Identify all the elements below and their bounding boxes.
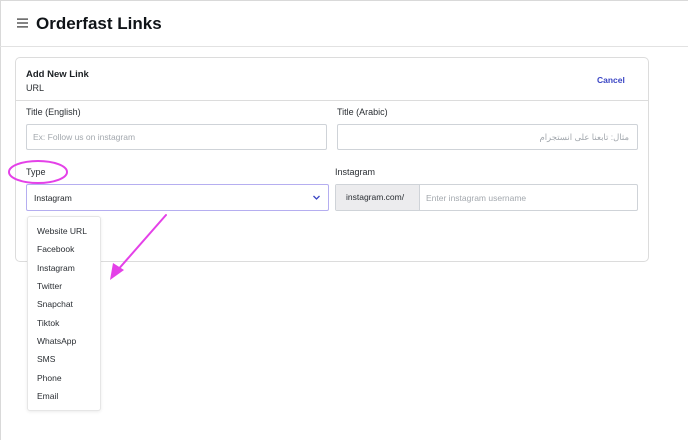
dropdown-option-sms[interactable]: SMS bbox=[37, 354, 55, 364]
instagram-url-prefix: instagram.com/ bbox=[336, 185, 420, 210]
dropdown-option-whatsapp[interactable]: WhatsApp bbox=[37, 336, 76, 346]
title-arabic-input[interactable] bbox=[337, 124, 638, 150]
chevron-down-icon bbox=[313, 195, 320, 200]
title-english-input[interactable] bbox=[26, 124, 327, 150]
card-header: Add New Link URL Cancel bbox=[16, 58, 648, 101]
instagram-input-group: instagram.com/ bbox=[335, 184, 638, 211]
cancel-button[interactable]: Cancel bbox=[597, 75, 625, 85]
card-subtitle: URL bbox=[26, 83, 45, 93]
page-title: Orderfast Links bbox=[36, 14, 162, 33]
dropdown-option-phone[interactable]: Phone bbox=[37, 373, 62, 383]
dropdown-option-twitter[interactable]: Twitter bbox=[37, 281, 62, 291]
title-arabic-label: Title (Arabic) bbox=[337, 107, 388, 117]
add-link-card: Add New Link URL Cancel bbox=[15, 57, 649, 262]
instagram-username-input[interactable] bbox=[420, 185, 637, 210]
top-bar: Orderfast Links bbox=[0, 0, 688, 47]
dropdown-option-website-url[interactable]: Website URL bbox=[37, 226, 87, 236]
dropdown-option-tiktok[interactable]: Tiktok bbox=[37, 318, 59, 328]
type-select[interactable]: Instagram bbox=[26, 184, 329, 211]
window-frame-left bbox=[0, 0, 1, 440]
instagram-label: Instagram bbox=[335, 167, 376, 177]
annotation-arrow-head bbox=[110, 263, 124, 280]
dropdown-option-facebook[interactable]: Facebook bbox=[37, 244, 74, 254]
dropdown-option-instagram[interactable]: Instagram bbox=[37, 263, 75, 273]
instagram-url-prefix-text: instagram.com/ bbox=[346, 192, 405, 202]
type-dropdown-menu: Website URL Facebook Instagram Twitter S… bbox=[27, 216, 101, 411]
hamburger-menu-icon[interactable] bbox=[17, 18, 28, 28]
dropdown-option-email[interactable]: Email bbox=[37, 391, 58, 401]
card-title: Add New Link bbox=[26, 69, 89, 80]
type-select-value: Instagram bbox=[34, 193, 72, 203]
title-english-label: Title (English) bbox=[26, 107, 81, 117]
dropdown-option-snapchat[interactable]: Snapchat bbox=[37, 299, 73, 309]
type-label: Type bbox=[26, 167, 46, 177]
